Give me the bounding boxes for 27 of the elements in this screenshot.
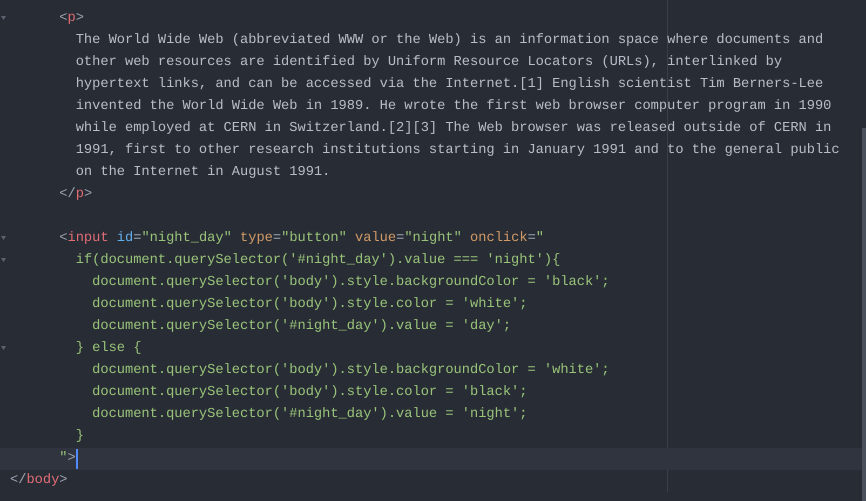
code-line: </p> [58,186,92,204]
code-line: The World Wide Web (abbreviated WWW or the Web) is an information space where documents and [74,32,824,50]
code-line: document.querySelector('#night_day').value = 'night'; [91,406,528,424]
code-line: 1991, first to other research institutions starting in January 1991 and to the general public [74,142,840,160]
fold-arrow-icon[interactable] [1,258,6,263]
code-line: hypertext links, and can be accessed via the Internet.[1] English scientist Tim Berners-Lee [74,76,824,94]
code-line: document.querySelector('body').style.color = 'white'; [91,296,528,314]
code-line: if(document.querySelector('#night_day').value === 'night'){ [74,252,560,270]
code-line: <input id="night_day" type="button" value="night" onclick=" [58,230,544,248]
code-line: invented the World Wide Web in 1989. He wrote the first web browser computer program in 1990 [74,98,832,116]
code-line: while employed at CERN in Switzerland.[2][3] The Web browser was released outside of CERN in [74,120,832,138]
text-cursor [76,449,78,469]
code-line: </body> [10,472,68,490]
code-line: document.querySelector('#night_day').value = 'day'; [91,318,512,336]
code-line: } else { [74,340,142,358]
code-line: document.querySelector('body').style.backgroundColor = 'white'; [91,362,610,380]
fold-arrow-icon[interactable] [1,346,6,351]
code-line: on the Internet in August 1991. [74,164,330,182]
code-line: <p> [58,10,84,28]
code-line: document.querySelector('body').style.backgroundColor = 'black'; [91,274,610,292]
code-line: "> [58,450,76,468]
scrollbar-thumb[interactable] [862,128,866,501]
fold-arrow-icon[interactable] [1,16,6,21]
code-line: other web resources are identified by Uniform Resource Locators (URLs), interlinked by [74,54,782,72]
fold-arrow-icon[interactable] [1,236,6,241]
code-line: document.querySelector('body').style.color = 'black'; [91,384,528,402]
code-line: } [74,428,84,446]
